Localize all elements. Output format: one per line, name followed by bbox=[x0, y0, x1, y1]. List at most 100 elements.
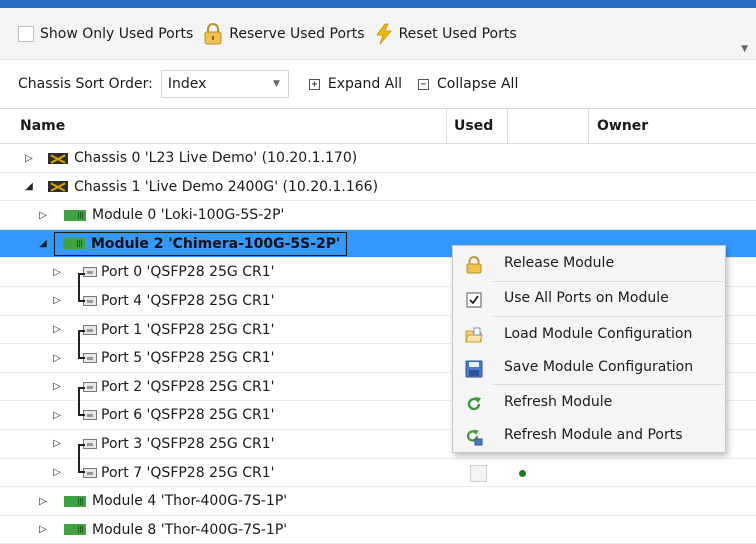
expand-all-label: Expand All bbox=[327, 76, 403, 92]
tree-row[interactable]: ▷ Port 7 'QSFP28 25G CR1' bbox=[0, 459, 756, 488]
module-icon bbox=[64, 209, 86, 221]
expand-arrow-icon[interactable]: ▷ bbox=[50, 467, 64, 478]
menu-item-label: Refresh Module and Ports bbox=[504, 427, 683, 443]
show-only-used-ports-label: Show Only Used Ports bbox=[40, 25, 194, 42]
expand-arrow-icon[interactable]: ▷ bbox=[50, 267, 64, 278]
expand-arrow-icon[interactable]: ▷ bbox=[22, 153, 36, 164]
column-header-used[interactable]: Used bbox=[447, 109, 508, 143]
expand-arrow-icon[interactable]: ▷ bbox=[36, 496, 50, 507]
tree-row-label: Chassis 0 'L23 Live Demo' (10.20.1.170) bbox=[74, 150, 358, 166]
expand-arrow-icon[interactable]: ▷ bbox=[50, 438, 64, 449]
port-icon bbox=[83, 295, 97, 306]
reset-used-ports-button[interactable]: Reset Used Ports bbox=[375, 23, 517, 45]
chevron-down-icon: ▼ bbox=[272, 79, 280, 89]
tree-row-label: Chassis 1 'Live Demo 2400G' (10.20.1.166… bbox=[74, 178, 379, 195]
tree-row[interactable]: ▷ Chassis 0 'L23 Live Demo' (10.20.1.170… bbox=[0, 144, 756, 173]
collapse-arrow-icon[interactable]: ◢ bbox=[36, 238, 50, 249]
port-icon bbox=[83, 438, 97, 449]
lock-icon bbox=[204, 22, 222, 44]
menu-item-use-all-ports[interactable]: Use All Ports on Module bbox=[453, 284, 725, 314]
window-top-bar bbox=[0, 0, 756, 8]
tree-row-label: Port 7 'QSFP28 25G CR1' bbox=[101, 464, 275, 481]
menu-item-load-module-configuration[interactable]: Load Module Configuration bbox=[453, 320, 725, 350]
chassis-sort-order-value: Index bbox=[167, 76, 207, 92]
tree-row-label: Module 4 'Thor-400G-7S-1P' bbox=[92, 493, 288, 510]
port-icon bbox=[83, 353, 97, 364]
show-only-used-ports-toggle[interactable]: Show Only Used Ports bbox=[18, 25, 194, 42]
port-icon bbox=[83, 467, 97, 478]
menu-item-save-module-configuration[interactable]: Save Module Configuration bbox=[453, 353, 725, 383]
expand-arrow-icon[interactable]: ▷ bbox=[50, 295, 64, 306]
menu-item-label: Save Module Configuration bbox=[504, 359, 694, 375]
plus-box-icon: + bbox=[308, 78, 320, 90]
checkbox-icon bbox=[466, 292, 482, 308]
lock-icon bbox=[466, 256, 482, 274]
tree-row[interactable]: ▷ Module 0 'Loki-100G-5S-2P' bbox=[0, 201, 756, 230]
collapse-all-button[interactable]: − Collapse All bbox=[418, 76, 518, 92]
menu-separator bbox=[493, 281, 723, 282]
expand-all-button[interactable]: + Expand All bbox=[308, 76, 403, 92]
menu-item-label: Use All Ports on Module bbox=[504, 290, 669, 306]
tree-row-label: Port 1 'QSFP28 25G CR1' bbox=[101, 321, 275, 338]
expand-arrow-icon[interactable]: ▷ bbox=[50, 324, 64, 335]
used-checkbox[interactable] bbox=[470, 464, 487, 482]
tree-row-label: Port 4 'QSFP28 25G CR1' bbox=[101, 292, 275, 309]
owner-status-dot bbox=[519, 469, 526, 477]
port-icon bbox=[83, 267, 97, 278]
tree-row-label: Port 2 'QSFP28 25G CR1' bbox=[101, 378, 275, 395]
tree-row[interactable]: ▷ Module 4 'Thor-400G-7S-1P' bbox=[0, 487, 756, 516]
grid-header: Name Used Owner bbox=[0, 108, 756, 144]
chassis-icon bbox=[48, 152, 68, 164]
refresh-icon bbox=[467, 397, 481, 411]
reserve-used-ports-button[interactable]: Reserve Used Ports bbox=[203, 22, 365, 45]
module-icon bbox=[64, 495, 86, 507]
column-header-owner[interactable]: Owner bbox=[589, 109, 756, 143]
chassis-icon bbox=[48, 181, 68, 193]
column-header-name[interactable]: Name bbox=[0, 109, 447, 143]
expand-arrow-icon[interactable]: ▷ bbox=[50, 353, 64, 364]
tree-row[interactable]: ◢ Chassis 1 'Live Demo 2400G' (10.20.1.1… bbox=[0, 173, 756, 202]
module-icon bbox=[64, 524, 86, 536]
port-pair-bracket bbox=[78, 387, 85, 416]
tree-row-label: Module 2 'Chimera-100G-5S-2P' bbox=[91, 235, 341, 252]
expand-arrow-icon[interactable]: ▷ bbox=[50, 381, 64, 392]
tree-row-label: Module 0 'Loki-100G-5S-2P' bbox=[92, 207, 285, 224]
lightning-icon bbox=[375, 23, 392, 44]
expand-arrow-icon[interactable]: ▷ bbox=[36, 210, 50, 221]
minus-box-icon: − bbox=[418, 78, 430, 90]
tree-row-label: Port 0 'QSFP28 25G CR1' bbox=[101, 264, 275, 281]
collapse-arrow-icon[interactable]: ◢ bbox=[22, 181, 36, 192]
port-icon bbox=[83, 324, 97, 335]
menu-item-label: Refresh Module bbox=[504, 394, 613, 410]
menu-item-label: Release Module bbox=[504, 255, 615, 271]
tree-row-label: Port 5 'QSFP28 25G CR1' bbox=[101, 350, 275, 367]
sort-toolbar: Chassis Sort Order: Index ▼ + Expand All… bbox=[0, 60, 756, 108]
port-pair-bracket bbox=[78, 444, 85, 473]
tree-row-label: Module 8 'Thor-400G-7S-1P' bbox=[92, 521, 288, 538]
show-only-used-ports-checkbox[interactable] bbox=[18, 25, 34, 42]
reserve-used-ports-label: Reserve Used Ports bbox=[229, 25, 365, 42]
reset-used-ports-label: Reset Used Ports bbox=[398, 25, 517, 42]
chassis-sort-order-select[interactable]: Index ▼ bbox=[160, 70, 289, 98]
menu-item-label: Load Module Configuration bbox=[504, 326, 693, 342]
toolbar-overflow-icon[interactable]: ▼ bbox=[741, 44, 748, 54]
refresh-all-icon bbox=[466, 429, 483, 446]
menu-item-refresh-module-and-ports[interactable]: Refresh Module and Ports bbox=[453, 421, 725, 451]
tree-row-label: Port 6 'QSFP28 25G CR1' bbox=[101, 407, 275, 424]
expand-arrow-icon[interactable]: ▷ bbox=[36, 524, 50, 535]
selected-item-box[interactable]: Module 2 'Chimera-100G-5S-2P' bbox=[54, 231, 348, 256]
menu-item-refresh-module[interactable]: Refresh Module bbox=[453, 388, 725, 418]
tree-row[interactable]: ▷ Module 8 'Thor-400G-7S-1P' bbox=[0, 516, 756, 544]
module-icon bbox=[63, 238, 85, 250]
menu-separator bbox=[493, 384, 723, 385]
expand-arrow-icon[interactable]: ▷ bbox=[50, 410, 64, 421]
menu-separator bbox=[493, 316, 723, 317]
folder-open-icon bbox=[465, 327, 483, 343]
save-icon bbox=[465, 360, 483, 378]
menu-item-release-module[interactable]: Release Module bbox=[453, 249, 725, 279]
tree-row-label: Port 3 'QSFP28 25G CR1' bbox=[101, 435, 275, 452]
chassis-sort-order-label: Chassis Sort Order: bbox=[18, 76, 153, 92]
port-icon bbox=[83, 381, 97, 392]
column-header-blank[interactable] bbox=[508, 109, 589, 143]
port-icon bbox=[83, 410, 97, 421]
